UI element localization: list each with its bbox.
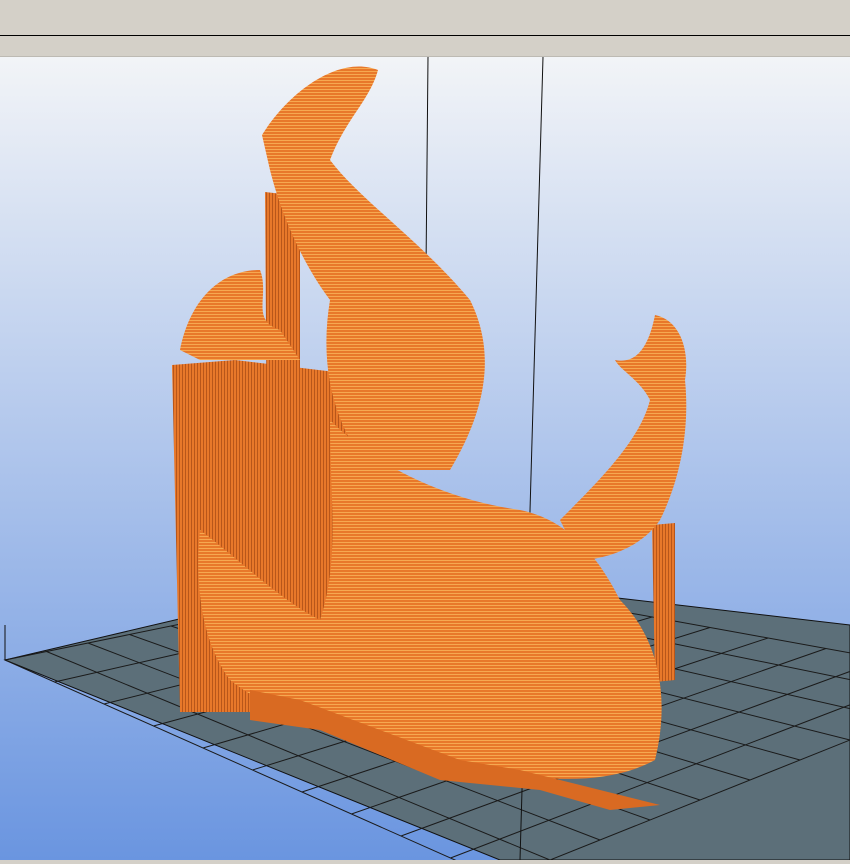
support-pillar [265,192,300,610]
title-bar [0,0,850,36]
3d-preview-canvas[interactable] [0,57,850,860]
support-pillar-right [652,523,675,682]
toolbar [0,36,850,57]
